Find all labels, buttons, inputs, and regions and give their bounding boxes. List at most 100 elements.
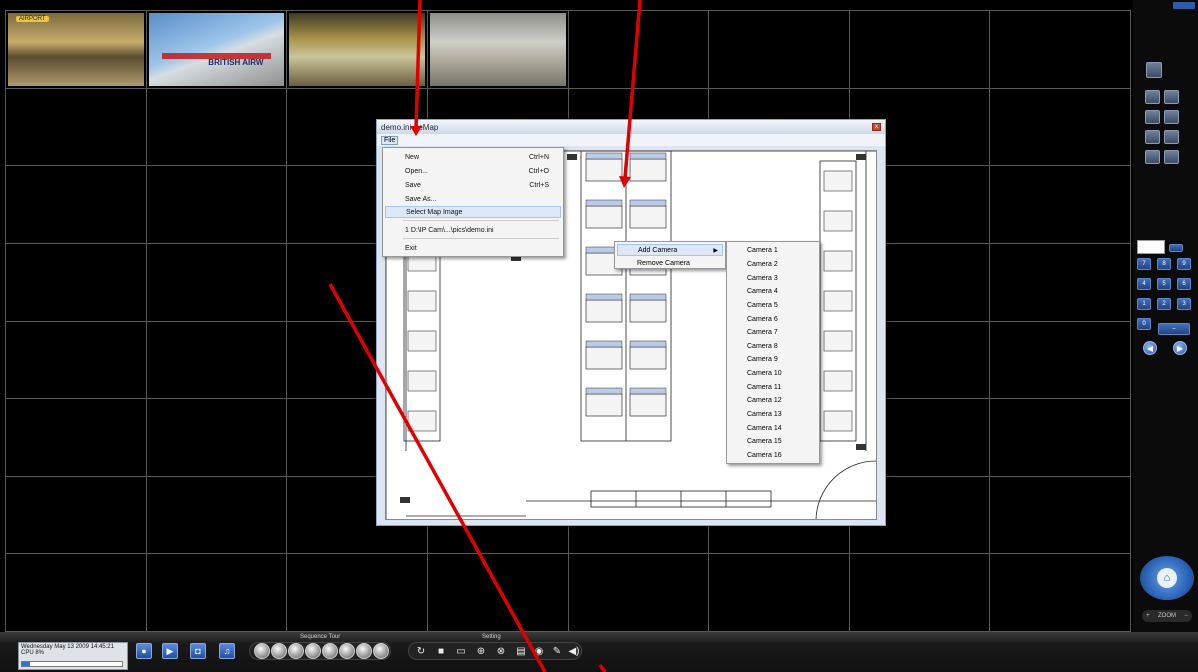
camera-submenu-item[interactable]: Camera 16 xyxy=(729,449,817,463)
file-menu-item[interactable]: Open... Ctrl+O xyxy=(385,165,561,177)
camera-cell[interactable] xyxy=(146,554,288,632)
camera-cell[interactable] xyxy=(990,243,1131,322)
sequence-tour-button[interactable] xyxy=(356,643,372,659)
camera-cell[interactable] xyxy=(6,476,147,555)
file-menu-button[interactable]: File xyxy=(381,135,399,145)
camera-submenu-item[interactable]: Camera 5 xyxy=(729,299,817,313)
camera-submenu-item[interactable]: Camera 13 xyxy=(729,408,817,422)
camera-submenu-item[interactable]: Camera 6 xyxy=(729,312,817,326)
record-button[interactable]: ● xyxy=(136,643,152,659)
layout-4-button[interactable] xyxy=(1164,90,1179,104)
camera-cell[interactable] xyxy=(849,11,991,89)
camera-cell[interactable] xyxy=(709,554,850,632)
keypad-enter-button[interactable]: ⎯ xyxy=(1158,323,1190,335)
camera-cell[interactable] xyxy=(990,476,1131,555)
document-icon[interactable]: ▤ xyxy=(513,644,529,658)
zoom-control[interactable]: + ZOOM − xyxy=(1142,610,1192,622)
emap-icon[interactable]: ◉ xyxy=(531,644,547,658)
keypad-key-7[interactable]: 7 xyxy=(1137,258,1151,270)
camera-cell[interactable] xyxy=(6,554,147,632)
camera-cell[interactable] xyxy=(990,321,1131,400)
keypad-key-8[interactable]: 8 xyxy=(1157,258,1171,270)
next-arrow-icon[interactable]: ▶ xyxy=(1173,341,1187,355)
camera-submenu-item[interactable]: Camera 11 xyxy=(729,381,817,395)
camera-cell[interactable]: BRITISH AIRW xyxy=(146,11,288,89)
layout-9-button[interactable] xyxy=(1164,110,1179,124)
keypad-key-4[interactable]: 4 xyxy=(1137,278,1151,290)
camera-cell[interactable] xyxy=(146,243,288,322)
camera-cell[interactable] xyxy=(427,11,569,89)
camera-submenu-item[interactable]: Camera 8 xyxy=(729,340,817,354)
camera-cell[interactable] xyxy=(287,11,428,89)
prev-arrow-icon[interactable]: ◀ xyxy=(1143,341,1157,355)
channel-go-button[interactable] xyxy=(1169,244,1183,252)
camera-submenu-item[interactable]: Camera 2 xyxy=(729,258,817,272)
sequence-tour-button[interactable] xyxy=(339,643,355,659)
layout-36-button[interactable] xyxy=(1145,150,1160,164)
keypad-key-5[interactable]: 5 xyxy=(1157,278,1171,290)
camera-cell[interactable] xyxy=(146,321,288,400)
camera-cell[interactable] xyxy=(568,554,710,632)
camera-submenu-item[interactable]: Camera 12 xyxy=(729,394,817,408)
camera-submenu-item[interactable]: Camera 15 xyxy=(729,435,817,449)
camera-cell[interactable] xyxy=(146,476,288,555)
camera-cell[interactable] xyxy=(990,554,1131,632)
camera-cell[interactable]: AIRPORT xyxy=(6,11,147,89)
sequence-tour-button[interactable] xyxy=(288,643,304,659)
camera-submenu-item[interactable]: Camera 7 xyxy=(729,326,817,340)
channel-input[interactable] xyxy=(1137,240,1165,254)
camera-cell[interactable] xyxy=(568,11,710,89)
keypad-key-2[interactable]: 2 xyxy=(1157,298,1171,310)
file-menu-item[interactable]: New Ctrl+N xyxy=(385,151,561,163)
emap-titlebar[interactable]: demo.ini - eMap xyxy=(377,120,885,134)
file-menu-item[interactable]: Save Ctrl+S xyxy=(385,179,561,191)
sequence-tour-button[interactable] xyxy=(271,643,287,659)
layout-64-button[interactable] xyxy=(1164,150,1179,164)
camera-submenu-item[interactable]: Camera 4 xyxy=(729,285,817,299)
camera-submenu-item[interactable]: Camera 1 xyxy=(729,244,817,258)
undo-icon[interactable]: ↻ xyxy=(413,644,429,658)
ptz-control[interactable]: ⌂ xyxy=(1140,556,1194,600)
snapshot-button[interactable]: ◘ xyxy=(190,643,206,659)
camera-cell[interactable] xyxy=(990,166,1131,244)
camera-cell[interactable] xyxy=(287,554,428,632)
folder-icon[interactable]: ⊗ xyxy=(493,644,509,658)
ptz-home-icon[interactable]: ⌂ xyxy=(1157,568,1177,588)
zoom-out-icon[interactable]: − xyxy=(1184,613,1188,619)
camera-submenu-item[interactable]: Camera 14 xyxy=(729,421,817,435)
camera-cell[interactable] xyxy=(6,88,147,167)
camera-cell[interactable] xyxy=(146,88,288,167)
camera-submenu-item[interactable]: Camera 10 xyxy=(729,367,817,381)
volume-icon[interactable]: ◀) xyxy=(566,644,582,658)
layout-16-button[interactable] xyxy=(1145,130,1160,144)
camera-cell[interactable] xyxy=(990,11,1131,89)
close-button[interactable]: x xyxy=(872,123,881,131)
keypad-key-1[interactable]: 1 xyxy=(1137,298,1151,310)
layout-1-button[interactable] xyxy=(1145,90,1160,104)
keypad-key-0[interactable]: 0 xyxy=(1137,318,1151,330)
file-menu-item[interactable]: Select Map Image xyxy=(385,206,561,218)
keypad-key-6[interactable]: 6 xyxy=(1177,278,1191,290)
camera-cell[interactable] xyxy=(427,554,569,632)
keypad-key-9[interactable]: 9 xyxy=(1177,258,1191,270)
camera-cell[interactable] xyxy=(6,166,147,244)
keypad-key-3[interactable]: 3 xyxy=(1177,298,1191,310)
zoom-in-icon[interactable]: + xyxy=(1146,613,1150,619)
file-menu-item[interactable]: 1 D:\IP Cam\...\pics\demo.ini xyxy=(385,224,561,236)
camera-setting-icon[interactable]: ■ xyxy=(433,644,449,658)
camera-cell[interactable] xyxy=(990,88,1131,167)
sequence-tour-button[interactable] xyxy=(373,643,389,659)
tools-icon[interactable]: ✎ xyxy=(549,644,565,658)
playback-button[interactable]: ▶ xyxy=(162,643,178,659)
camera-cell[interactable] xyxy=(709,11,850,89)
camera-cell[interactable] xyxy=(6,321,147,400)
camera-cell[interactable] xyxy=(146,166,288,244)
camera-cell[interactable] xyxy=(146,399,288,477)
sequence-tour-button[interactable] xyxy=(322,643,338,659)
camera-cell[interactable] xyxy=(849,554,991,632)
network-icon[interactable]: ⊕ xyxy=(473,644,489,658)
layout-25-button[interactable] xyxy=(1164,130,1179,144)
camera-cell[interactable] xyxy=(6,243,147,322)
file-menu-item[interactable]: Exit xyxy=(385,242,561,254)
camera-submenu-item[interactable]: Camera 3 xyxy=(729,271,817,285)
